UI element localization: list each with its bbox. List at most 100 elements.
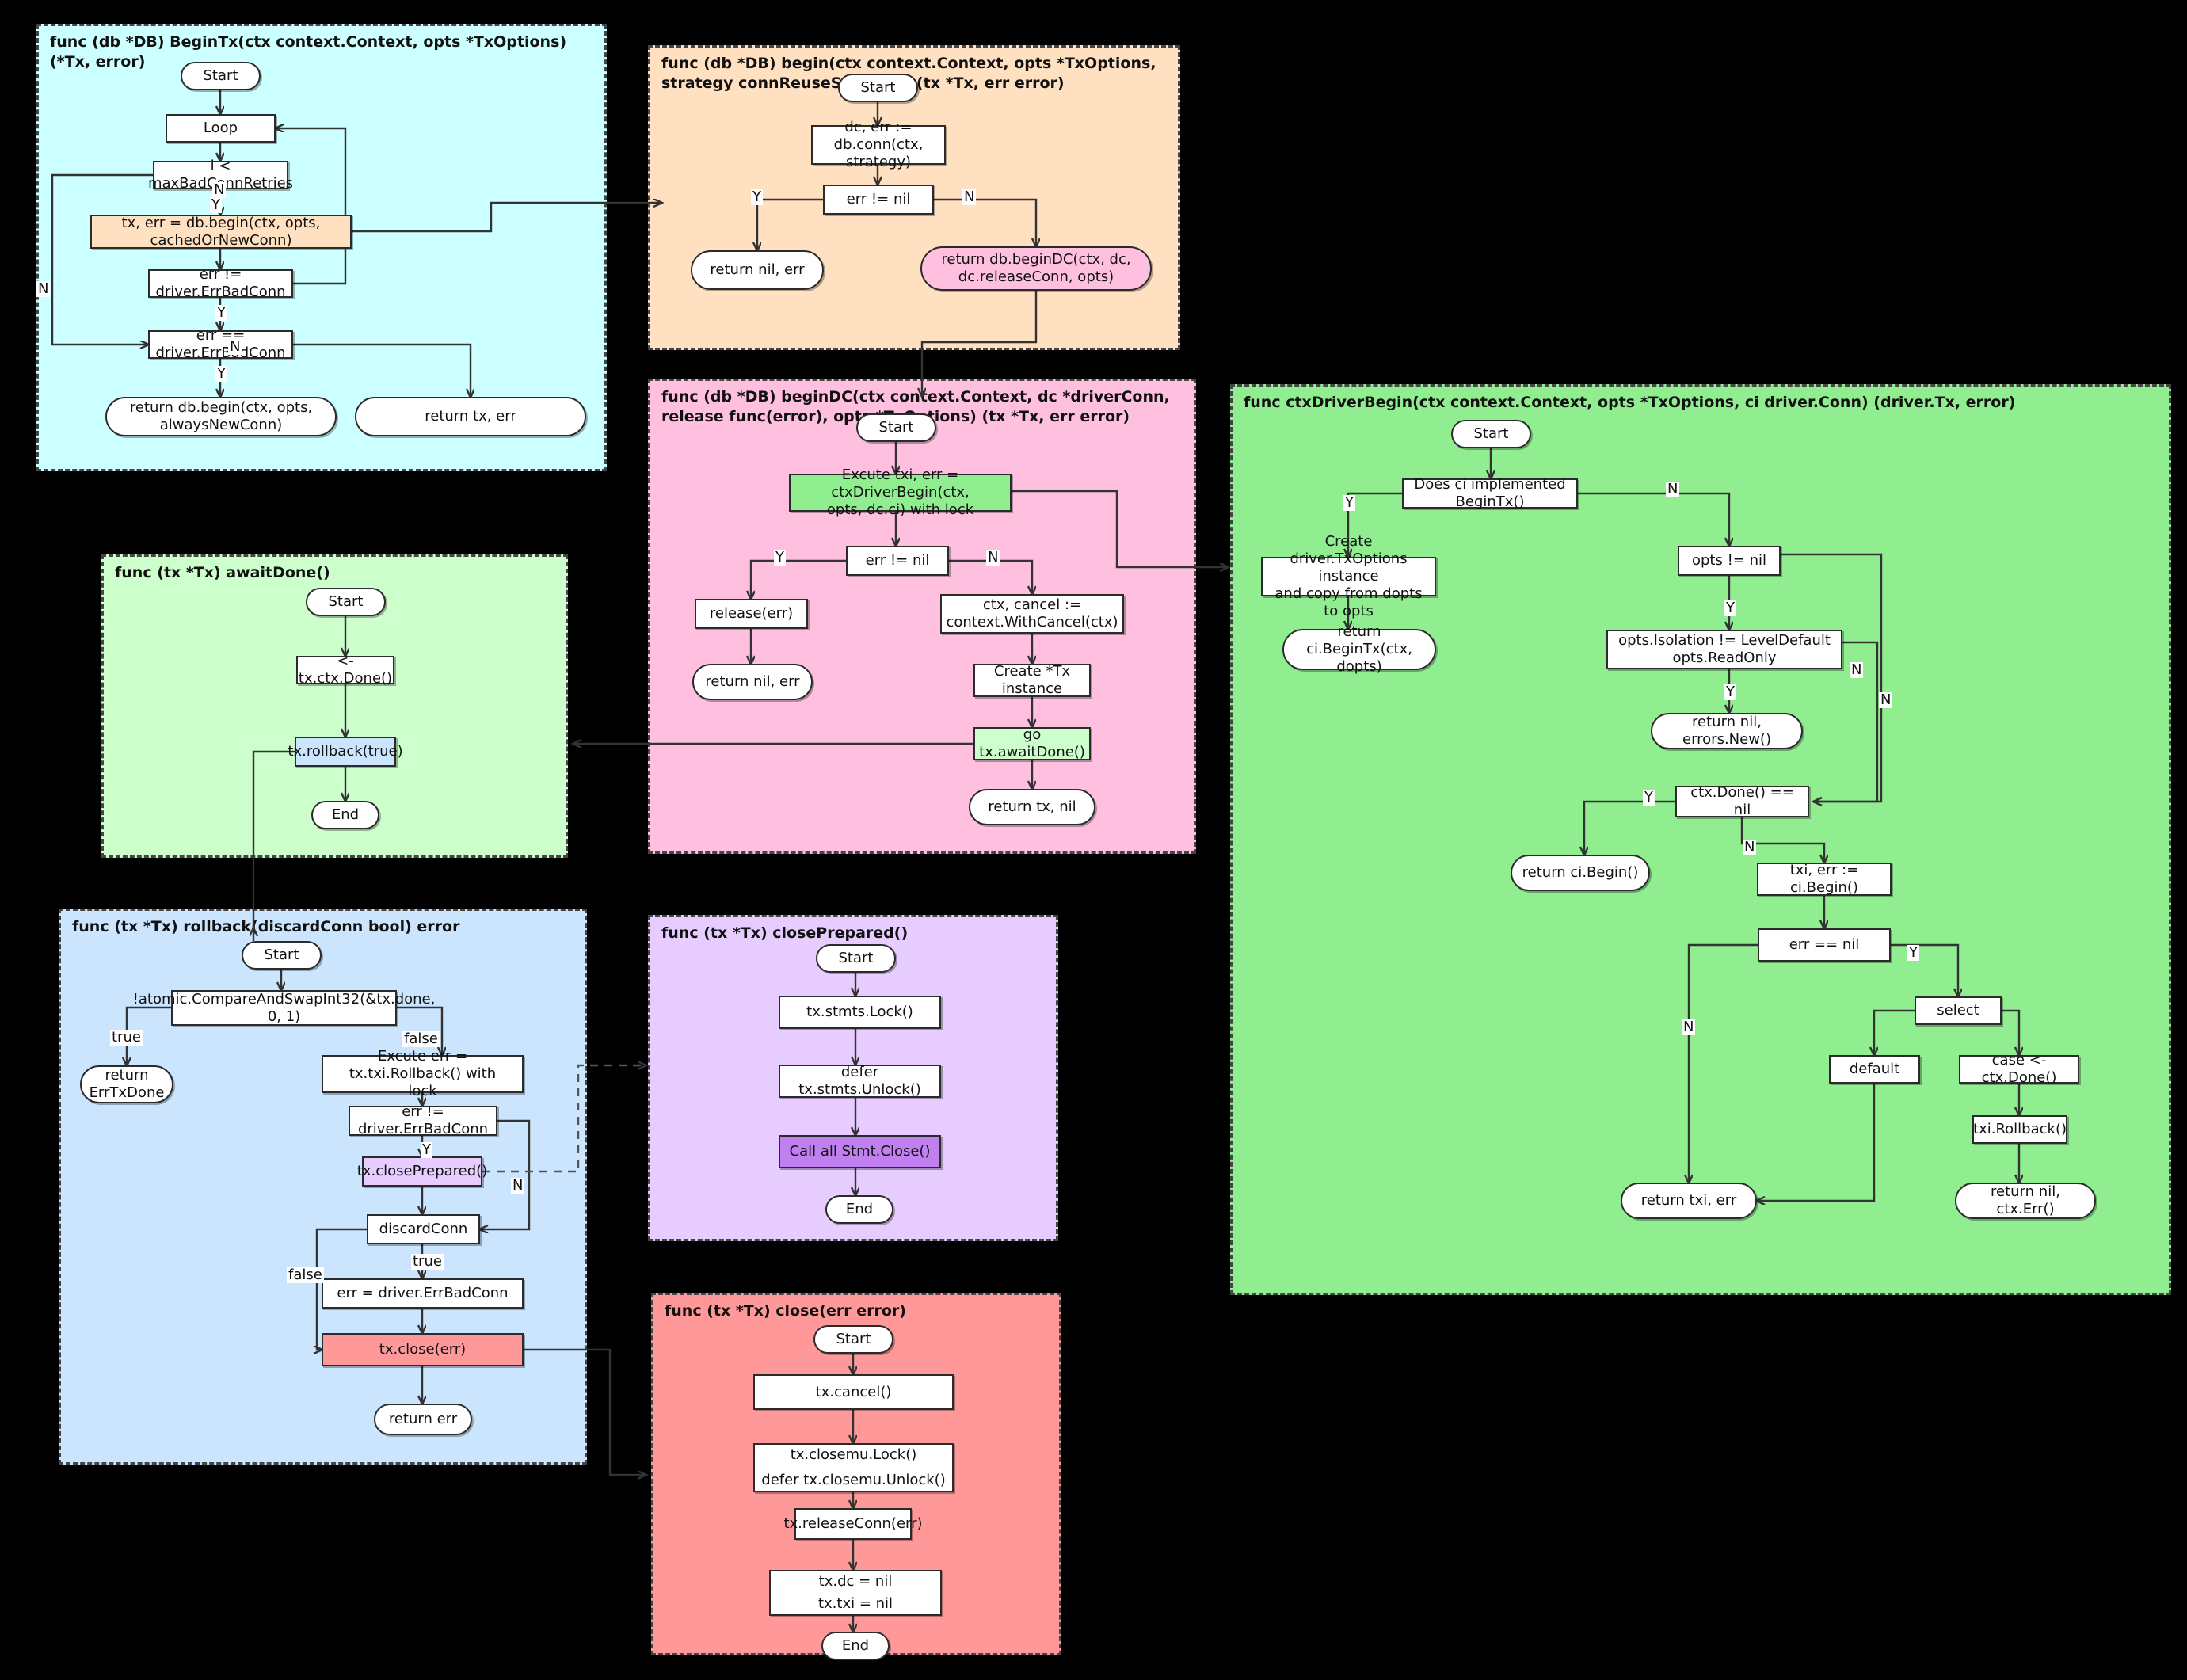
node-label: tx.closePrepared(): [356, 1163, 488, 1180]
node-rb_errset: err = driver.ErrBadConn: [322, 1278, 524, 1309]
edge-label-el22: false: [402, 1030, 440, 1047]
node-label: ctx, cancel :=: [982, 596, 1082, 614]
node-label: return nil, err: [705, 673, 800, 691]
node-bt_neq: err != driver.ErrBadConn: [148, 266, 293, 300]
edge-label-el3: Y: [210, 196, 222, 213]
node-cb_rollb: txi.Rollback(): [1972, 1115, 2067, 1144]
node-label: opts.ReadOnly: [1672, 650, 1777, 666]
panel-title-closeprepared: func (tx *Tx) closePrepared(): [661, 924, 909, 942]
node-label: err != driver.ErrBadConn: [357, 1103, 489, 1137]
node-label: Start: [838, 950, 874, 967]
node-cp_unl: defer tx.stmts.Unlock(): [779, 1064, 941, 1098]
node-label: <-tx.ctx.Done(): [298, 653, 393, 687]
edge-label-el13: Y: [1724, 600, 1736, 616]
node-cb_retctx: return nil, ctx.Err(): [1955, 1183, 2096, 1219]
edge-label-el20: N: [1682, 1019, 1696, 1035]
edge-label-el15: N: [1850, 661, 1864, 678]
panel-title-awaitdone: func (tx *Tx) awaitDone(): [115, 564, 330, 581]
node-label: return nil, err: [710, 261, 805, 279]
node-label: Start: [1473, 425, 1509, 443]
node-label: select: [1937, 1002, 1979, 1019]
func-ctxdriverbegin-panel: func ctxDriverBegin(ctx context.Context,…: [1230, 384, 2171, 1295]
node-ad_done: <-tx.ctx.Done(): [296, 653, 394, 687]
flowchart-canvas: func (db *DB) BeginTx(ctx context.Contex…: [0, 0, 2187, 1680]
edge-label-el6: N: [228, 338, 242, 355]
node-dc_rel: release(err): [695, 599, 808, 629]
panel-title-rollback: func (tx *Tx) rollback(discardConn bool)…: [72, 918, 460, 935]
node-rb_exec: Excute err = tx.txi.Rollback() with lock: [322, 1048, 524, 1099]
node-label: Start: [836, 1331, 871, 1348]
node-label: tx.stmts.Lock(): [806, 1004, 913, 1021]
node-label: return db.begin(ctx, opts, alwaysNewConn…: [129, 399, 313, 433]
node-label: context.WithCancel(ctx): [946, 614, 1118, 630]
node-label: err == driver.ErrBadConn: [155, 327, 286, 361]
edge-label-el7: Y: [751, 189, 763, 205]
node-label: err = driver.ErrBadConn: [337, 1285, 509, 1302]
edge-label-el26: false: [287, 1267, 324, 1283]
node-label: Start: [860, 79, 896, 97]
node-label: lock: [408, 1082, 437, 1099]
node-cp_end: End: [825, 1195, 893, 1224]
node-ad_end: End: [311, 801, 379, 829]
node-bg_conn: dc, err := db.conn(ctx, strategy): [811, 119, 946, 170]
edge-label-el19: Y: [1907, 944, 1919, 961]
node-label: default: [1849, 1061, 1900, 1078]
node-label: 0, 1): [267, 1008, 301, 1025]
node-bt_dbbegin: tx, err = db.begin(ctx, opts, cachedOrNe…: [90, 215, 352, 249]
node-label: opts, dc.ci) with lock: [826, 501, 974, 518]
edge-label-el16: N: [1879, 691, 1893, 708]
node-label: defer tx.closemu.Unlock(): [761, 1472, 946, 1489]
node-dc_exec: Excute txi, err = ctxDriverBegin(ctx, opt…: [789, 467, 1012, 518]
node-cl_cancel: tx.cancel(): [753, 1374, 954, 1410]
node-label: dopts): [1336, 657, 1382, 675]
node-label: strategy): [845, 153, 912, 170]
node-label: return ci.BeginTx(ctx,: [1306, 623, 1412, 658]
node-cb_case: case <-ctx.Done(): [1959, 1052, 2079, 1086]
node-label: tx, err = db.begin(ctx, opts, cachedOrNe…: [121, 214, 321, 249]
node-label: Start: [878, 419, 914, 436]
node-ad_rb: tx.rollback(true): [288, 737, 403, 767]
node-dc_start: Start: [856, 413, 936, 442]
node-dc_rettx: return tx, nil: [969, 789, 1095, 825]
node-label: err != nil: [846, 191, 911, 208]
node-cb_txibeg: txi, err := ci.Begin(): [1757, 862, 1892, 896]
node-label: tx.dc = nil: [818, 1573, 893, 1590]
node-cl_lock: tx.closemu.Lock() defer tx.closemu.Unlock…: [753, 1443, 954, 1492]
edge-label-el21: true: [110, 1029, 143, 1046]
edge-label-el8: N: [962, 189, 977, 205]
node-label: End: [331, 806, 360, 824]
node-cb_rettxi: return txi, err: [1621, 1183, 1757, 1219]
node-label: release(err): [709, 605, 794, 623]
node-bt_eq: err == driver.ErrBadConn: [148, 327, 293, 361]
node-label: dc, err := db.conn(ctx,: [833, 119, 924, 154]
node-label: err != driver.ErrBadConn: [155, 266, 286, 300]
node-cp_lock: tx.stmts.Lock(): [779, 996, 941, 1029]
node-label: opts != nil: [1691, 552, 1767, 570]
node-bg_errn: err != nil: [823, 185, 934, 215]
node-cb_reterr: return nil, errors.New(): [1651, 713, 1803, 749]
node-label: txi, err := ci.Begin(): [1789, 862, 1859, 896]
node-cl_end: End: [821, 1632, 890, 1660]
edge-label-el25: true: [411, 1253, 444, 1270]
node-label: return: [105, 1067, 149, 1084]
node-cb_start: Start: [1451, 420, 1531, 448]
node-cl_nil: tx.dc = nil tx.txi = nil: [769, 1570, 942, 1616]
node-label: and copy from dopts to opts: [1274, 585, 1423, 619]
node-label: return err: [388, 1411, 458, 1428]
node-label: return nil, errors.New(): [1682, 714, 1771, 748]
node-cb_create: Create driver.TxOptions instance and copy…: [1261, 533, 1436, 619]
edge-label-el2: N: [36, 280, 51, 297]
edge-label-el12: N: [1666, 481, 1680, 497]
node-rb_disc: discardConn: [367, 1214, 480, 1244]
node-label: defer tx.stmts.Unlock(): [798, 1064, 921, 1098]
node-bg_retdc: return db.beginDC(ctx, dc, dc.releaseCon…: [920, 246, 1152, 291]
node-rb_close: tx.close(err): [322, 1333, 524, 1366]
node-cp_start: Start: [816, 944, 896, 973]
node-cb_errnil: err == nil: [1758, 928, 1891, 962]
node-cb_ctxdone: ctx.Done() == nil: [1675, 784, 1809, 818]
node-label: ctx.Done() == nil: [1690, 784, 1794, 818]
node-dc_create: Create *Tx instance: [973, 663, 1091, 697]
node-label: go tx.awaitDone(): [979, 726, 1085, 760]
node-label: return db.beginDC(ctx, dc, dc.releaseCon…: [941, 251, 1131, 285]
node-label: Start: [328, 593, 364, 611]
